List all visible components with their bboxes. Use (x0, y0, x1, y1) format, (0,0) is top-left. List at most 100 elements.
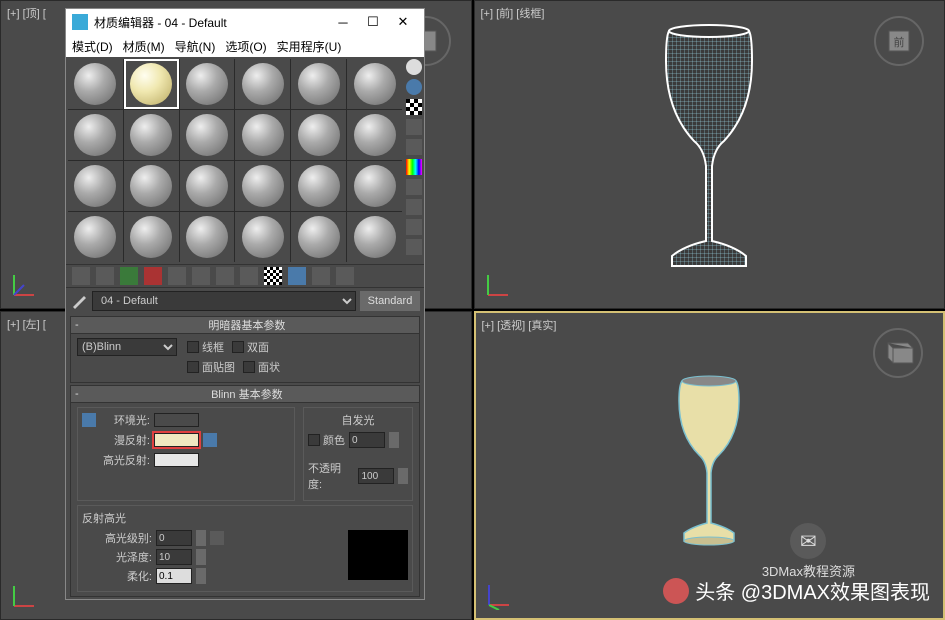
show-map-icon[interactable] (264, 267, 282, 285)
wireframe-checkbox[interactable]: 线框 (187, 339, 224, 355)
ambient-color-swatch[interactable] (154, 413, 199, 427)
sample-slot[interactable] (68, 161, 123, 211)
two-sided-checkbox[interactable]: 双面 (232, 339, 269, 355)
wine-glass-shaded[interactable] (664, 373, 754, 558)
shader-type-select[interactable]: (B)Blinn (77, 338, 177, 356)
go-parent-icon[interactable] (312, 267, 330, 285)
sample-slot[interactable] (291, 161, 346, 211)
viewcube-persp[interactable] (873, 328, 923, 378)
wine-glass-wireframe[interactable] (644, 21, 774, 286)
axis-gizmo (9, 581, 39, 611)
specular-color-swatch[interactable] (154, 453, 199, 467)
backlight-icon[interactable] (406, 79, 422, 95)
face-map-checkbox[interactable]: 面贴图 (187, 359, 235, 375)
make-preview-icon[interactable] (406, 159, 422, 175)
make-unique-icon[interactable] (192, 267, 210, 285)
spinner-arrows[interactable] (196, 568, 206, 584)
sample-slot[interactable] (291, 59, 346, 109)
put-to-scene-icon[interactable] (96, 267, 114, 285)
diffuse-color-swatch[interactable] (154, 433, 199, 447)
sample-slot[interactable] (180, 212, 235, 262)
material-type-button[interactable]: Standard (360, 291, 420, 311)
options-icon[interactable] (406, 179, 422, 195)
diffuse-lock-icon[interactable] (203, 433, 217, 447)
self-illum-spinner[interactable]: 0 (349, 432, 385, 448)
specular-label: 高光反射: (100, 452, 150, 468)
sample-slot[interactable] (180, 59, 235, 109)
soften-spinner[interactable]: 0.1 (156, 568, 192, 584)
sample-slot[interactable] (180, 161, 235, 211)
spinner-arrows[interactable] (389, 432, 399, 448)
menubar: 模式(D) 材质(M) 导航(N) 选项(O) 实用程序(U) (66, 35, 424, 57)
sample-slot[interactable] (291, 110, 346, 160)
sample-slot[interactable] (180, 110, 235, 160)
rollout-shader-basic[interactable]: -明暗器基本参数 (70, 316, 420, 334)
spinner-arrows[interactable] (196, 549, 206, 565)
background-icon[interactable] (406, 99, 422, 115)
spinner-arrows[interactable] (196, 530, 206, 546)
sample-slot[interactable] (347, 212, 402, 262)
close-button[interactable]: ✕ (388, 12, 418, 32)
glossiness-spinner[interactable]: 10 (156, 549, 192, 565)
opacity-label: 不透明度: (308, 460, 354, 492)
menu-options[interactable]: 选项(O) (225, 38, 266, 55)
spinner-arrows[interactable] (398, 468, 408, 484)
maximize-button[interactable]: ☐ (358, 12, 388, 32)
titlebar[interactable]: 材质编辑器 - 04 - Default ─ ☐ ✕ (66, 9, 424, 35)
viewcube-front[interactable]: 前 (874, 16, 924, 66)
make-copy-icon[interactable] (168, 267, 186, 285)
axis-gizmo (9, 270, 39, 300)
map-slot-icon[interactable] (210, 531, 224, 545)
sample-side-toolbar (404, 57, 424, 264)
mat-map-nav-icon[interactable] (406, 219, 422, 235)
sample-slot[interactable] (235, 161, 290, 211)
sample-slot[interactable] (347, 59, 402, 109)
viewport-front[interactable]: [+] [前] [线框] 前 (474, 0, 945, 309)
select-by-mat-icon[interactable] (406, 199, 422, 215)
sample-slot[interactable] (235, 110, 290, 160)
sample-slot[interactable] (124, 110, 179, 160)
video-check-icon[interactable] (406, 139, 422, 155)
opacity-spinner[interactable]: 100 (358, 468, 394, 484)
minimize-button[interactable]: ─ (328, 12, 358, 32)
menu-material[interactable]: 材质(M) (123, 38, 165, 55)
sample-uv-icon[interactable] (406, 119, 422, 135)
sample-type-icon[interactable] (406, 59, 422, 75)
reset-map-icon[interactable] (144, 267, 162, 285)
rollout-blinn-basic[interactable]: -Blinn 基本参数 (70, 385, 420, 403)
material-name-select[interactable]: 04 - Default (92, 291, 356, 311)
assign-to-selection-icon[interactable] (120, 267, 138, 285)
go-sibling-icon[interactable] (336, 267, 354, 285)
ambient-label: 环境光: (100, 412, 150, 428)
eyedropper-icon[interactable] (70, 292, 88, 310)
axis-gizmo (484, 580, 514, 610)
sample-slot[interactable] (235, 212, 290, 262)
self-illum-label: 自发光 (308, 412, 408, 428)
viewport-perspective[interactable]: [+] [透视] [真实] (474, 311, 945, 620)
material-id-icon[interactable] (240, 267, 258, 285)
self-illum-color-checkbox[interactable]: 颜色 (308, 432, 345, 448)
specular-level-spinner[interactable]: 0 (156, 530, 192, 546)
menu-utilities[interactable]: 实用程序(U) (277, 38, 342, 55)
sample-slot[interactable] (124, 212, 179, 262)
sample-slot[interactable] (68, 212, 123, 262)
show-end-result-icon[interactable] (288, 267, 306, 285)
menu-mode[interactable]: 模式(D) (72, 38, 113, 55)
sample-slot-selected[interactable] (124, 59, 179, 109)
sample-slot[interactable] (291, 212, 346, 262)
put-to-library-icon[interactable] (216, 267, 234, 285)
sample-slot[interactable] (68, 110, 123, 160)
ambient-lock-icon[interactable] (82, 413, 96, 427)
sample-slot[interactable] (347, 110, 402, 160)
menu-navigation[interactable]: 导航(N) (175, 38, 216, 55)
svg-text:前: 前 (894, 35, 905, 49)
sample-slots-area (66, 57, 404, 264)
sample-slot[interactable] (235, 59, 290, 109)
sample-slot[interactable] (347, 161, 402, 211)
avatar-icon (663, 578, 689, 604)
slot-count-icon[interactable] (406, 239, 422, 255)
sample-slot[interactable] (124, 161, 179, 211)
get-material-icon[interactable] (72, 267, 90, 285)
faceted-checkbox[interactable]: 面状 (243, 359, 280, 375)
sample-slot[interactable] (68, 59, 123, 109)
